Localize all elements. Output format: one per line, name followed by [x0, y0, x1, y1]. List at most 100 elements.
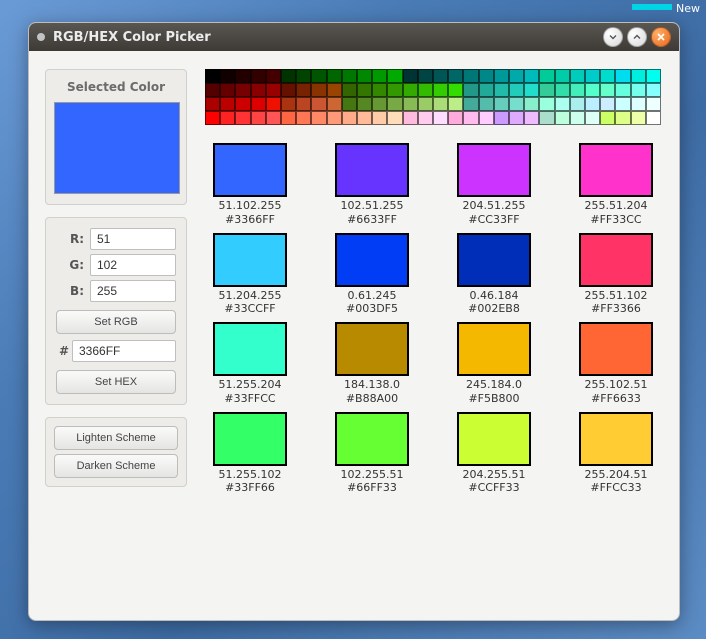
palette-cell[interactable] [266, 69, 281, 83]
swatch-box[interactable] [579, 412, 653, 466]
palette-cell[interactable] [311, 111, 326, 125]
swatch-box[interactable] [335, 412, 409, 466]
palette-cell[interactable] [342, 111, 357, 125]
palette-cell[interactable] [494, 111, 509, 125]
b-input[interactable] [90, 280, 176, 302]
palette-cell[interactable] [235, 111, 250, 125]
palette-cell[interactable] [387, 83, 402, 97]
palette-cell[interactable] [509, 83, 524, 97]
palette-cell[interactable] [448, 97, 463, 111]
lighten-scheme-button[interactable]: Lighten Scheme [54, 426, 178, 450]
palette-cell[interactable] [524, 97, 539, 111]
palette-cell[interactable] [555, 69, 570, 83]
palette-cell[interactable] [403, 111, 418, 125]
palette-cell[interactable] [555, 111, 570, 125]
palette-cell[interactable] [524, 111, 539, 125]
palette-cell[interactable] [494, 97, 509, 111]
palette-cell[interactable] [418, 69, 433, 83]
palette-cell[interactable] [524, 69, 539, 83]
palette-cell[interactable] [387, 111, 402, 125]
palette-cell[interactable] [281, 111, 296, 125]
set-rgb-button[interactable]: Set RGB [56, 310, 176, 334]
swatch-box[interactable] [213, 233, 287, 287]
palette-cell[interactable] [372, 83, 387, 97]
palette-cell[interactable] [433, 69, 448, 83]
swatch-box[interactable] [579, 143, 653, 197]
palette-cell[interactable] [463, 69, 478, 83]
palette-cell[interactable] [220, 83, 235, 97]
palette-cell[interactable] [570, 111, 585, 125]
palette-cell[interactable] [433, 111, 448, 125]
palette-cell[interactable] [372, 111, 387, 125]
palette-cell[interactable] [646, 97, 661, 111]
swatch-box[interactable] [335, 322, 409, 376]
palette-cell[interactable] [357, 83, 372, 97]
palette-cell[interactable] [479, 83, 494, 97]
palette-cell[interactable] [646, 83, 661, 97]
swatch-box[interactable] [579, 322, 653, 376]
palette-cell[interactable] [235, 83, 250, 97]
palette-cell[interactable] [251, 111, 266, 125]
palette-cell[interactable] [555, 97, 570, 111]
swatch-box[interactable] [335, 143, 409, 197]
palette-cell[interactable] [570, 69, 585, 83]
palette-cell[interactable] [342, 69, 357, 83]
palette-cell[interactable] [631, 69, 646, 83]
palette-cell[interactable] [403, 69, 418, 83]
palette-cell[interactable] [372, 69, 387, 83]
palette-cell[interactable] [357, 97, 372, 111]
swatch-box[interactable] [213, 322, 287, 376]
palette-cell[interactable] [281, 83, 296, 97]
g-input[interactable] [90, 254, 176, 276]
palette-cell[interactable] [418, 83, 433, 97]
palette-cell[interactable] [448, 111, 463, 125]
palette-cell[interactable] [311, 83, 326, 97]
palette-cell[interactable] [539, 97, 554, 111]
palette-cell[interactable] [418, 111, 433, 125]
palette-cell[interactable] [266, 97, 281, 111]
window-minimize-button[interactable] [603, 27, 623, 47]
swatch-box[interactable] [213, 412, 287, 466]
palette-cell[interactable] [539, 69, 554, 83]
palette-cell[interactable] [266, 111, 281, 125]
palette-cell[interactable] [646, 111, 661, 125]
palette-cell[interactable] [327, 111, 342, 125]
palette-cell[interactable] [357, 69, 372, 83]
palette-cell[interactable] [235, 97, 250, 111]
palette-cell[interactable] [433, 83, 448, 97]
swatch-box[interactable] [457, 143, 531, 197]
hex-input[interactable] [72, 340, 176, 362]
palette-cell[interactable] [585, 83, 600, 97]
palette-cell[interactable] [387, 69, 402, 83]
palette-cell[interactable] [600, 83, 615, 97]
swatch-box[interactable] [457, 412, 531, 466]
palette-cell[interactable] [509, 69, 524, 83]
palette-cell[interactable] [342, 97, 357, 111]
swatch-box[interactable] [579, 233, 653, 287]
palette-cell[interactable] [433, 97, 448, 111]
palette-cell[interactable] [555, 83, 570, 97]
palette-cell[interactable] [266, 83, 281, 97]
palette-cell[interactable] [600, 97, 615, 111]
palette-cell[interactable] [205, 97, 220, 111]
window-close-button[interactable] [651, 27, 671, 47]
palette-cell[interactable] [479, 111, 494, 125]
palette-cell[interactable] [418, 97, 433, 111]
palette-cell[interactable] [494, 83, 509, 97]
palette-cell[interactable] [463, 83, 478, 97]
swatch-box[interactable] [457, 322, 531, 376]
window-maximize-button[interactable] [627, 27, 647, 47]
palette-cell[interactable] [494, 69, 509, 83]
swatch-box[interactable] [457, 233, 531, 287]
palette-cell[interactable] [387, 97, 402, 111]
r-input[interactable] [90, 228, 176, 250]
palette-cell[interactable] [463, 97, 478, 111]
palette-cell[interactable] [448, 83, 463, 97]
darken-scheme-button[interactable]: Darken Scheme [54, 454, 178, 478]
palette-cell[interactable] [251, 83, 266, 97]
palette-cell[interactable] [296, 111, 311, 125]
palette-cell[interactable] [570, 83, 585, 97]
palette-cell[interactable] [448, 69, 463, 83]
palette-cell[interactable] [357, 111, 372, 125]
window-titlebar[interactable]: RGB/HEX Color Picker [29, 23, 679, 51]
